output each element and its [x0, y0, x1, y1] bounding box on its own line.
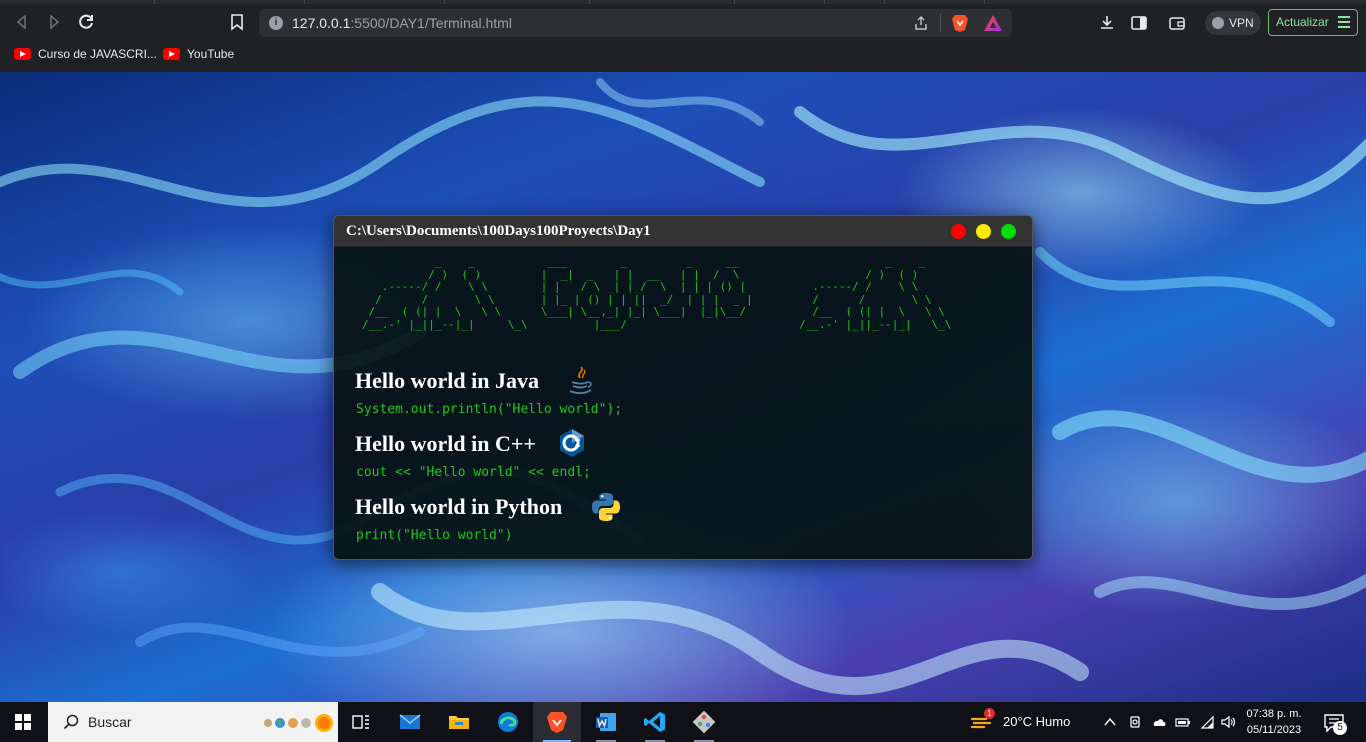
url-text[interactable]: 127.0.0.1:5500/DAY1/Terminal.html [292, 15, 512, 31]
ascii-art-banner: _ _ ___ _ _ __ _ _ / ) ( ) | _| _ | | __… [362, 255, 1022, 351]
page-background: C:\Users\Documents\100Days100Proyects\Da… [0, 72, 1366, 702]
taskbar-clock[interactable]: 07:38 p. m. 05/11/2023 [1238, 706, 1310, 740]
clock-time: 07:38 p. m. [1246, 708, 1302, 720]
taskbar-file-explorer[interactable] [435, 702, 483, 742]
python-code: print("Hello world") [356, 528, 513, 543]
toolbar: i 127.0.0.1:5500/DAY1/Terminal.html VPN [0, 4, 1366, 40]
taskbar-word[interactable] [582, 702, 630, 742]
browser-chrome: i 127.0.0.1:5500/DAY1/Terminal.html VPN [0, 0, 1366, 72]
windows-icon [15, 714, 31, 730]
youtube-icon [14, 48, 31, 60]
taskbar-vscode[interactable] [631, 702, 679, 742]
download-icon[interactable] [1098, 14, 1116, 32]
forward-button[interactable] [42, 10, 66, 34]
url-host: 127.0.0.1 [292, 15, 351, 31]
weather-text: 20°C Humo [1003, 714, 1071, 729]
java-heading: Hello world in Java [355, 368, 539, 393]
reload-button[interactable] [74, 10, 98, 34]
update-button[interactable]: Actualizar [1268, 9, 1358, 36]
start-button[interactable] [0, 702, 48, 742]
url-path: :5500/DAY1/Terminal.html [350, 15, 512, 31]
bookmark-icon [231, 14, 243, 31]
update-label: Actualizar [1276, 15, 1329, 29]
sidebar-toggle-icon[interactable] [1130, 14, 1148, 32]
terminal-window: C:\Users\Documents\100Days100Proyects\Da… [333, 215, 1033, 560]
search-placeholder: Buscar [88, 714, 132, 730]
forward-arrow-icon [50, 14, 60, 30]
brave-icon [547, 712, 567, 733]
taskbar-git[interactable] [680, 702, 728, 742]
search-icon [62, 713, 80, 731]
weather-widget[interactable]: 1 20°C Humo [970, 708, 1090, 734]
python-icon [590, 491, 622, 523]
menu-icon [1338, 16, 1350, 28]
bookmark-button[interactable] [226, 10, 248, 34]
bookmark-youtube[interactable]: YouTube [163, 46, 234, 62]
site-info-icon[interactable]: i [269, 16, 283, 30]
vpn-status-icon [1212, 17, 1224, 29]
brave-rewards-icon[interactable] [983, 14, 1003, 32]
bookmark-label: YouTube [187, 47, 235, 61]
vpn-label: VPN [1229, 16, 1254, 30]
notification-count-badge: 5 [1333, 721, 1347, 735]
search-highlight-planets-icon[interactable] [262, 711, 336, 735]
volume-icon[interactable] [1220, 714, 1236, 730]
minimize-dot-button[interactable] [976, 224, 991, 239]
bookmarks-bar: Curso de JAVASCRI... YouTube [0, 40, 1366, 68]
vpn-button[interactable]: VPN [1205, 11, 1261, 35]
folder-icon [449, 716, 469, 729]
share-icon[interactable] [913, 15, 929, 31]
bookmark-curso-javascript[interactable]: Curso de JAVASCRI... [14, 46, 157, 62]
youtube-icon [163, 48, 180, 60]
word-icon [596, 713, 616, 731]
bookmark-label: Curso de JAVASCRI... [38, 47, 157, 61]
taskbar-brave[interactable] [533, 702, 581, 742]
java-icon [564, 364, 596, 396]
taskbar-edge[interactable] [484, 702, 532, 742]
git-client-icon [692, 710, 716, 734]
clock-date: 05/11/2023 [1246, 724, 1302, 736]
cpp-icon [556, 427, 588, 459]
address-bar[interactable]: i 127.0.0.1:5500/DAY1/Terminal.html [259, 9, 1012, 37]
back-arrow-icon [16, 14, 26, 30]
task-view-button[interactable] [337, 702, 385, 742]
terminal-titlebar: C:\Users\Documents\100Days100Proyects\Da… [334, 216, 1032, 247]
battery-icon[interactable] [1175, 714, 1191, 730]
wallet-icon[interactable] [1168, 14, 1186, 32]
ascii-art: _ _ ___ _ _ __ _ _ / ) ( ) | _| _ | | __… [362, 255, 952, 331]
brave-shields-icon[interactable] [951, 13, 969, 33]
python-heading: Hello world in Python [355, 494, 563, 519]
onedrive-cloud-icon[interactable] [1151, 714, 1167, 730]
cpp-code: cout << "Hello world" << endl; [356, 465, 591, 480]
taskbar-mail[interactable] [386, 702, 434, 742]
taskbar: Buscar 1 20°C Humo 07:38 p. m. 05/11/202… [0, 702, 1366, 742]
vscode-icon [644, 712, 665, 732]
task-view-icon [352, 715, 369, 729]
edge-icon [498, 712, 518, 732]
weather-alert-badge: 1 [984, 708, 995, 719]
cpp-heading: Hello world in C++ [355, 431, 536, 456]
reload-icon [79, 14, 93, 29]
chevron-up-icon[interactable] [1102, 714, 1118, 730]
java-code: System.out.println("Hello world"); [356, 402, 623, 417]
back-button[interactable] [10, 10, 34, 34]
wifi-icon[interactable] [1199, 714, 1215, 730]
divider [940, 14, 941, 32]
mail-icon [399, 714, 421, 729]
maximize-dot-button[interactable] [1001, 224, 1016, 239]
meet-now-icon[interactable] [1128, 714, 1144, 730]
close-dot-button[interactable] [951, 224, 966, 239]
terminal-title: C:\Users\Documents\100Days100Proyects\Da… [346, 223, 651, 239]
